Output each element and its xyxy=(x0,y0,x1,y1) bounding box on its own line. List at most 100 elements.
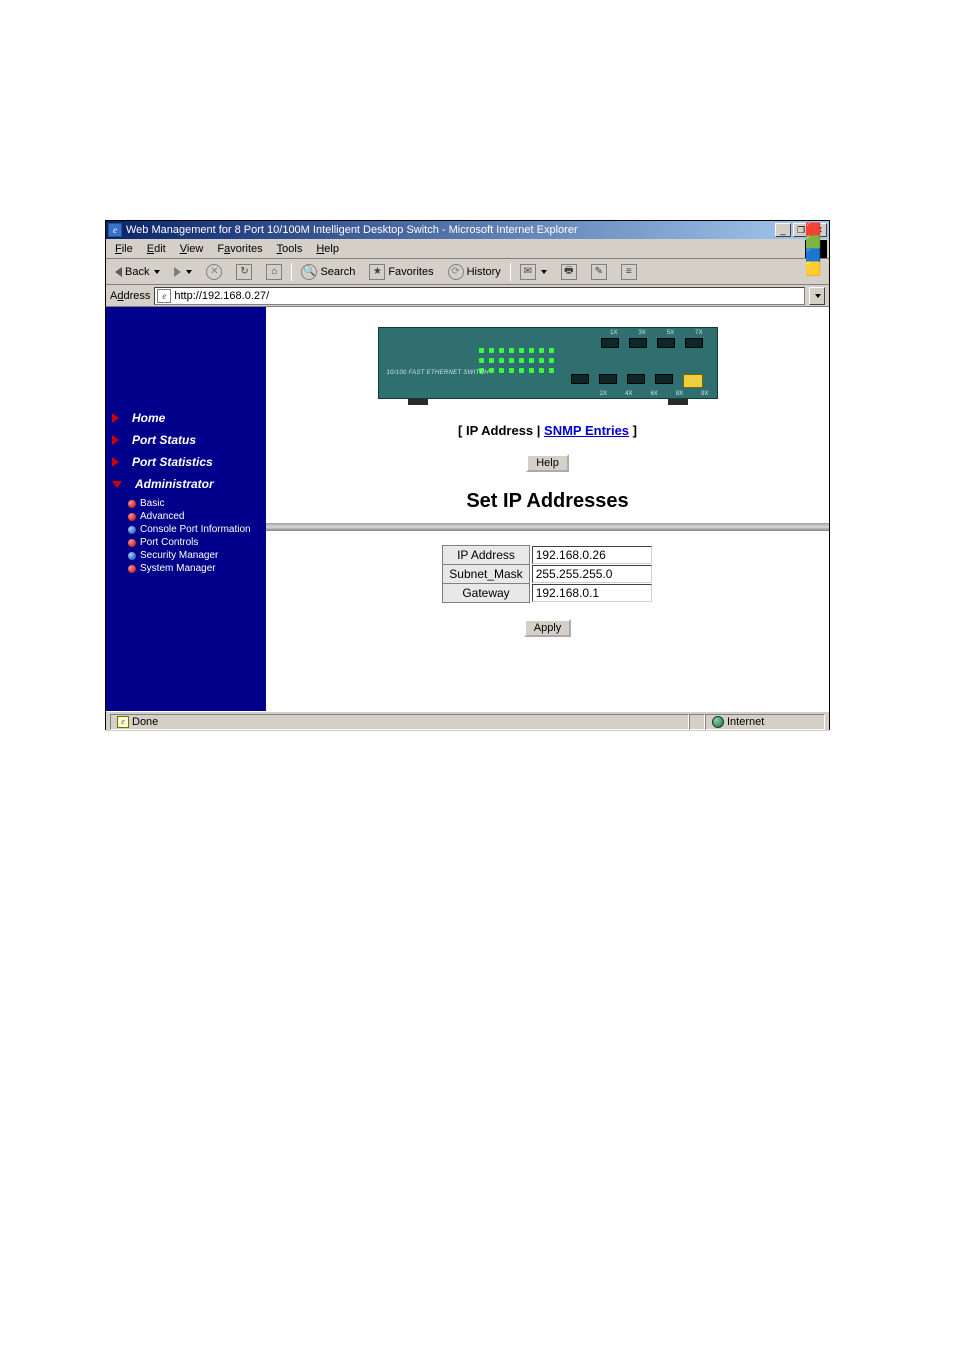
tab-links: [ IP Address | SNMP Entries ] xyxy=(458,423,637,438)
submenu-port-controls[interactable]: Port Controls xyxy=(128,536,266,549)
switch-image: 1X3X5X7X 10/100 FAST ETHERNET SWITCH 2X4… xyxy=(378,327,718,399)
sidebar-item-label: Port Status xyxy=(125,431,203,449)
mail-button[interactable]: ✉ xyxy=(515,262,552,282)
chevron-down-icon xyxy=(186,270,192,274)
divider-bar xyxy=(266,523,829,531)
bullet-icon xyxy=(128,552,136,560)
ip-address-label: IP Address xyxy=(443,546,529,565)
subnet-mask-label: Subnet_Mask xyxy=(443,565,529,584)
windows-flag-icon: 🟥🟩🟦🟨 xyxy=(805,240,827,258)
sidebar-item-label: Home xyxy=(125,409,172,427)
subnet-mask-field[interactable] xyxy=(532,565,652,583)
address-field[interactable]: e http://192.168.0.27/ xyxy=(154,287,805,305)
submenu-console-port-information[interactable]: Console Port Information xyxy=(128,523,266,536)
sidebar-item-label: Administrator xyxy=(128,475,221,493)
page-heading: Set IP Addresses xyxy=(466,490,628,513)
bullet-icon xyxy=(128,513,136,521)
status-text: Done xyxy=(132,716,158,728)
home-icon: ⌂ xyxy=(266,264,282,280)
tab-snmp-entries[interactable]: SNMP Entries xyxy=(544,423,629,438)
zone-text: Internet xyxy=(727,716,764,728)
address-bar: Address e http://192.168.0.27/ xyxy=(106,285,829,307)
stop-button[interactable]: ✕ xyxy=(201,262,227,282)
page-icon: e xyxy=(157,289,171,303)
bullet-icon xyxy=(128,539,136,547)
submenu-system-manager[interactable]: System Manager xyxy=(128,562,266,575)
content-area: Home Port Status Port Statistics Adminis… xyxy=(106,307,829,711)
sidebar-item-label: Port Statistics xyxy=(125,453,220,471)
history-icon: ⟳ xyxy=(448,264,464,280)
sidebar-item-administrator[interactable]: Administrator xyxy=(106,473,266,495)
switch-model-label: 10/100 FAST ETHERNET SWITCH xyxy=(387,370,489,376)
print-button[interactable]: 🖶 xyxy=(556,262,582,282)
status-zone: Internet xyxy=(705,714,825,730)
globe-icon xyxy=(712,716,724,728)
address-url: http://192.168.0.27/ xyxy=(174,290,802,302)
history-button[interactable]: ⟳History xyxy=(443,262,506,282)
address-dropdown[interactable] xyxy=(809,287,825,305)
discuss-icon: ≡ xyxy=(621,264,637,280)
titlebar: e Web Management for 8 Port 10/100M Inte… xyxy=(106,221,829,239)
menu-view[interactable]: View xyxy=(173,241,211,257)
forward-button[interactable] xyxy=(169,262,197,282)
browser-window: e Web Management for 8 Port 10/100M Inte… xyxy=(105,220,830,730)
triangle-down-icon xyxy=(112,481,122,488)
edit-button[interactable]: ✎ xyxy=(586,262,612,282)
search-icon: 🔍 xyxy=(301,264,317,280)
status-left: e Done xyxy=(110,714,689,730)
apply-button[interactable]: Apply xyxy=(524,619,572,637)
main-panel: 1X3X5X7X 10/100 FAST ETHERNET SWITCH 2X4… xyxy=(266,307,829,711)
ip-form: IP Address Subnet_Mask Gateway xyxy=(442,545,652,603)
menu-edit[interactable]: Edit xyxy=(140,241,173,257)
chevron-down-icon xyxy=(154,270,160,274)
mail-icon: ✉ xyxy=(520,264,536,280)
toolbar: Back ✕ ↻ ⌂ 🔍Search ★Favorites ⟳History ✉… xyxy=(106,259,829,285)
refresh-icon: ↻ xyxy=(236,264,252,280)
admin-submenu: Basic Advanced Console Port Information … xyxy=(106,495,266,575)
print-icon: 🖶 xyxy=(561,264,577,280)
bullet-icon xyxy=(128,565,136,573)
refresh-button[interactable]: ↻ xyxy=(231,262,257,282)
sidebar-item-port-statistics[interactable]: Port Statistics xyxy=(106,451,266,473)
window-title: Web Management for 8 Port 10/100M Intell… xyxy=(126,224,775,236)
triangle-right-icon xyxy=(112,457,119,467)
sidebar: Home Port Status Port Statistics Adminis… xyxy=(106,307,266,711)
submenu-basic[interactable]: Basic xyxy=(128,497,266,510)
arrow-left-icon xyxy=(115,267,122,277)
favorites-button[interactable]: ★Favorites xyxy=(364,262,438,282)
menubar: File Edit View Favorites Tools Help 🟥🟩🟦🟨 xyxy=(106,239,829,259)
stop-icon: ✕ xyxy=(206,264,222,280)
back-button[interactable]: Back xyxy=(110,262,165,282)
arrow-right-icon xyxy=(174,267,181,277)
submenu-security-manager[interactable]: Security Manager xyxy=(128,549,266,562)
menu-tools[interactable]: Tools xyxy=(270,241,310,257)
switch-feet xyxy=(378,399,718,405)
menu-favorites[interactable]: Favorites xyxy=(210,241,269,257)
home-button[interactable]: ⌂ xyxy=(261,262,287,282)
gateway-field[interactable] xyxy=(532,584,652,602)
search-button[interactable]: 🔍Search xyxy=(296,262,360,282)
ie-icon: e xyxy=(108,223,122,237)
bullet-icon xyxy=(128,500,136,508)
chevron-down-icon xyxy=(815,294,821,298)
sidebar-item-home[interactable]: Home xyxy=(106,407,266,429)
sidebar-item-port-status[interactable]: Port Status xyxy=(106,429,266,451)
chevron-down-icon xyxy=(541,270,547,274)
separator xyxy=(291,263,292,281)
ip-address-field[interactable] xyxy=(532,546,652,564)
edit-icon: ✎ xyxy=(591,264,607,280)
status-middle xyxy=(689,714,705,730)
minimize-button[interactable]: _ xyxy=(775,223,791,237)
address-label: Address xyxy=(110,290,150,302)
discuss-button[interactable]: ≡ xyxy=(616,262,642,282)
triangle-right-icon xyxy=(112,413,119,423)
document-icon: e xyxy=(117,716,129,728)
gateway-label: Gateway xyxy=(443,584,529,603)
tab-ip-address: IP Address xyxy=(466,423,533,438)
triangle-right-icon xyxy=(112,435,119,445)
statusbar: e Done Internet xyxy=(106,711,829,731)
menu-help[interactable]: Help xyxy=(309,241,346,257)
menu-file[interactable]: File xyxy=(108,241,140,257)
submenu-advanced[interactable]: Advanced xyxy=(128,510,266,523)
help-button[interactable]: Help xyxy=(526,454,569,472)
